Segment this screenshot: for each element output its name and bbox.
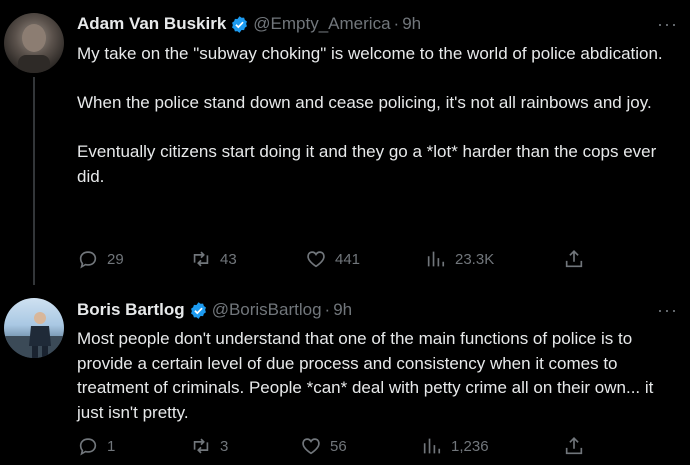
tweet-text: My take on the "subway choking" is welco… [77,42,677,189]
reply-button[interactable]: 29 [77,248,124,270]
like-button[interactable]: 56 [300,435,347,457]
display-name[interactable]: Adam Van Buskirk [77,14,226,34]
retweet-count: 3 [220,437,229,455]
more-icon[interactable]: ··· [657,14,678,35]
display-name[interactable]: Boris Bartlog [77,300,185,320]
tweet-paragraph: Eventually citizens start doing it and t… [77,142,657,186]
views-icon [427,251,445,267]
share-icon [565,250,583,268]
share-icon [565,437,583,455]
like-count: 56 [330,437,347,455]
separator-dot: · [393,14,400,33]
tweet-paragraph: My take on the "subway choking" is welco… [77,44,663,63]
tweet-paragraph: When the police stand down and cease pol… [77,93,652,112]
reply-icon [79,251,97,269]
avatar[interactable] [4,13,64,73]
views-button[interactable]: 23.3K [425,248,494,270]
tweet-1[interactable]: Adam Van Buskirk @Empty_America · 9h ···… [0,0,690,285]
views-icon [423,438,441,454]
paragraph-spacer [77,67,677,92]
like-button[interactable]: 441 [305,248,360,270]
reply-button[interactable]: 1 [77,435,115,457]
views-count: 23.3K [455,250,495,268]
retweet-button[interactable]: 3 [190,435,228,457]
tweet-header: Boris Bartlog @BorisBartlog · 9h [77,300,352,320]
like-count: 441 [335,250,361,268]
tweet-actions: 1 3 56 1,236 [77,435,597,459]
tweet-paragraph: Most people don't understand that one of… [77,329,654,422]
verified-badge-icon [189,301,208,320]
views-count: 1,236 [451,437,489,455]
verified-badge-icon [230,15,249,34]
reply-icon [79,438,97,456]
tweet-actions: 29 43 441 23.3K [77,248,597,272]
retweet-icon [193,438,209,454]
retweet-count: 43 [220,250,237,268]
user-handle[interactable]: @Empty_America [253,14,390,34]
reply-count: 29 [107,250,124,268]
user-handle[interactable]: @BorisBartlog [212,300,322,320]
paragraph-spacer [77,116,677,141]
like-icon [307,251,325,268]
reply-count: 1 [107,437,116,455]
tweet-header: Adam Van Buskirk @Empty_America · 9h [77,14,421,34]
more-icon[interactable]: ··· [657,300,678,321]
tweet-2[interactable]: Boris Bartlog @BorisBartlog · 9h ··· Mos… [0,285,690,465]
share-button[interactable] [563,248,593,270]
retweet-button[interactable]: 43 [190,248,237,270]
retweet-icon [193,251,209,267]
separator-dot: · [324,300,331,319]
timestamp[interactable]: 9h [333,300,352,320]
timestamp[interactable]: 9h [402,14,421,34]
views-button[interactable]: 1,236 [421,435,489,457]
like-icon [302,438,320,455]
tweet-text: Most people don't understand that one of… [77,327,677,425]
share-button[interactable] [563,435,593,457]
thread-connector-line [33,77,35,285]
avatar[interactable] [4,298,64,358]
